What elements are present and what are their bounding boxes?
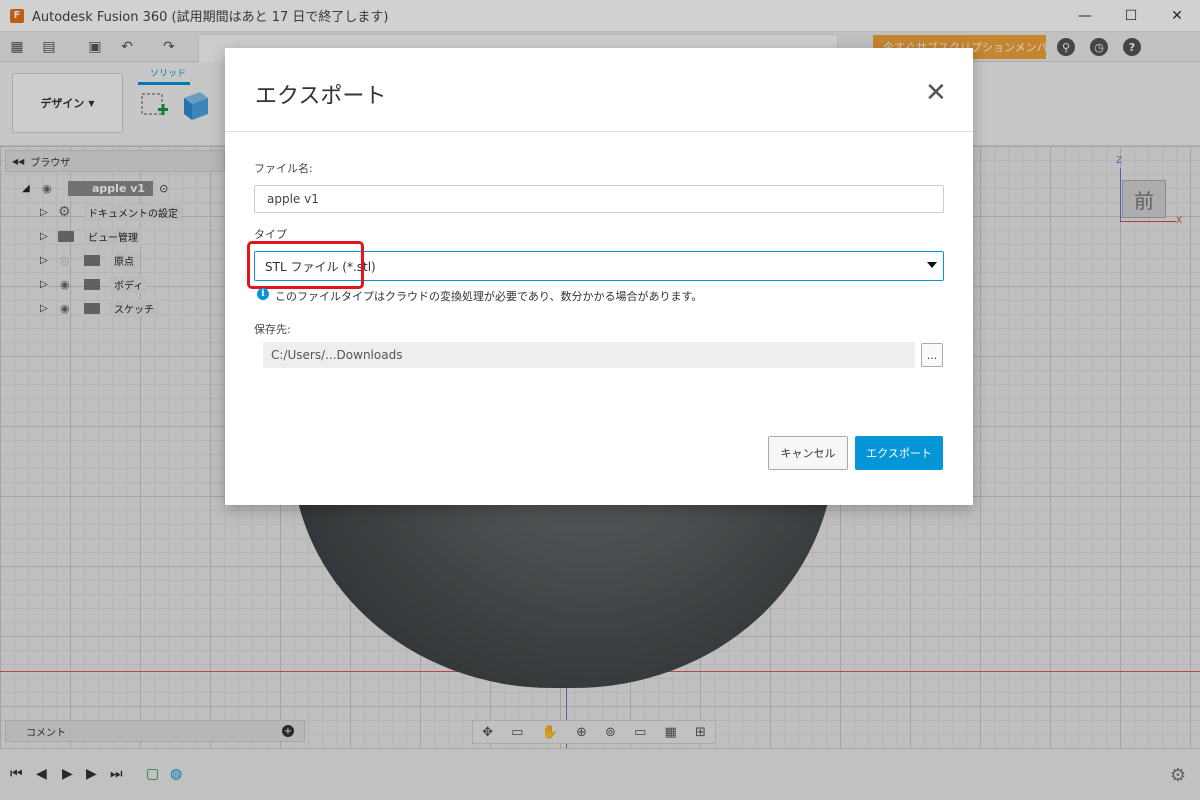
info-icon: i	[257, 288, 269, 300]
dropdown-arrow-icon[interactable]	[927, 262, 937, 268]
export-button[interactable]: エクスポート	[855, 436, 943, 470]
dialog-title: エクスポート	[255, 84, 387, 109]
dialog-divider	[225, 131, 973, 132]
type-label: タイプ	[254, 228, 287, 241]
browse-button[interactable]: ...	[921, 343, 943, 367]
filename-input[interactable]: apple v1	[254, 185, 944, 213]
annotation-highlight-box	[247, 241, 364, 289]
save-location-label: 保存先:	[254, 323, 291, 336]
save-location-input[interactable]: C:/Users/...Downloads	[263, 342, 915, 368]
export-dialog: エクスポート ✕ ファイル名: apple v1 タイプ STL ファイル (*…	[225, 48, 973, 505]
info-message: このファイルタイプはクラウドの変換処理が必要であり、数分かかる場合があります。	[275, 290, 703, 303]
filename-label: ファイル名:	[254, 162, 313, 175]
close-icon[interactable]: ✕	[925, 80, 947, 106]
cancel-button[interactable]: キャンセル	[768, 436, 848, 470]
